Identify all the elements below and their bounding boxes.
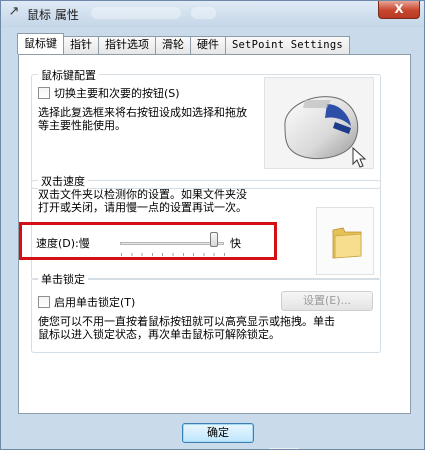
tab-setpoint-settings[interactable]: SetPoint Settings (225, 36, 350, 54)
window-title: 鼠标 属性 (27, 8, 79, 22)
click-lock-description: 使您可以不用一直按着鼠标按钮就可以高亮显示或拖拽。单击 鼠标以进入锁定状态，再次… (38, 315, 335, 341)
tab-buttons[interactable]: 鼠标键 (17, 33, 64, 54)
divider (269, 448, 299, 449)
switch-buttons-row[interactable]: 切换主要和次要的按钮(S) (38, 85, 180, 101)
mouse-properties-window: ↗ 鼠标 属性 X 鼠标键 指针 指针选项 滑轮 硬件 SetPoint Set… (0, 0, 425, 450)
description-line: 选择此复选框来将右按钮设成如选择和拖放 (38, 106, 247, 119)
switch-buttons-label: 切换主要和次要的按钮(S) (54, 87, 180, 100)
tab-pointers[interactable]: 指针 (63, 36, 99, 54)
switch-buttons-checkbox[interactable] (38, 87, 50, 99)
click-lock-row[interactable]: 启用单击锁定(T) (38, 294, 135, 310)
button-config-description: 选择此复选框来将右按钮设成如选择和拖放 等主要性能使用。 (38, 106, 247, 132)
click-lock-settings-button[interactable]: 设置(E)... (281, 291, 373, 311)
click-lock-label: 启用单击锁定(T) (54, 296, 136, 309)
tab-hardware[interactable]: 硬件 (190, 36, 226, 54)
title-blur (191, 7, 216, 19)
folder-icon[interactable] (317, 208, 375, 276)
tab-strip: 鼠标键 指针 指针选项 滑轮 硬件 SetPoint Settings (17, 33, 350, 54)
title-bar[interactable]: ↗ 鼠标 属性 X (1, 1, 424, 27)
title-blur (91, 7, 181, 19)
speed-fast-label: 快 (230, 237, 241, 250)
slider-ticks (121, 253, 225, 256)
double-click-title: 双击速度 (38, 173, 88, 189)
close-button[interactable]: X (378, 1, 420, 19)
speed-slider-thumb[interactable] (209, 232, 218, 247)
mouse-icon: ↗ (8, 4, 20, 19)
description-line: 鼠标以进入锁定状态，再次单击鼠标可解除锁定。 (38, 328, 280, 341)
description-line: 打开或关闭，请用慢一点的设置再试一次。 (38, 201, 247, 214)
speed-slow-label: 速度(D):慢 (36, 237, 90, 250)
test-folder-area[interactable] (316, 207, 374, 275)
tab-pointer-options[interactable]: 指针选项 (98, 36, 156, 54)
description-line: 使您可以不用一直按着鼠标按钮就可以高亮显示或拖拽。单击 (38, 315, 335, 328)
mouse-image (264, 77, 374, 169)
speed-slider-track[interactable] (120, 242, 224, 245)
description-line: 双击文件夹以检测你的设置。如果文件夹没 (38, 188, 247, 201)
click-lock-title: 单击锁定 (38, 271, 88, 287)
click-lock-checkbox[interactable] (38, 296, 50, 308)
description-line: 等主要性能使用。 (38, 119, 126, 132)
ok-button[interactable]: 确定 (182, 423, 254, 443)
tab-panel: 鼠标键配置 切换主要和次要的按钮(S) 选择此复选框来将右按钮设成如选择和拖放 … (18, 54, 411, 449)
double-click-description: 双击文件夹以检测你的设置。如果文件夹没 打开或关闭，请用慢一点的设置再试一次。 (38, 188, 247, 214)
tab-wheel[interactable]: 滑轮 (155, 36, 191, 54)
button-config-title: 鼠标键配置 (38, 67, 99, 83)
